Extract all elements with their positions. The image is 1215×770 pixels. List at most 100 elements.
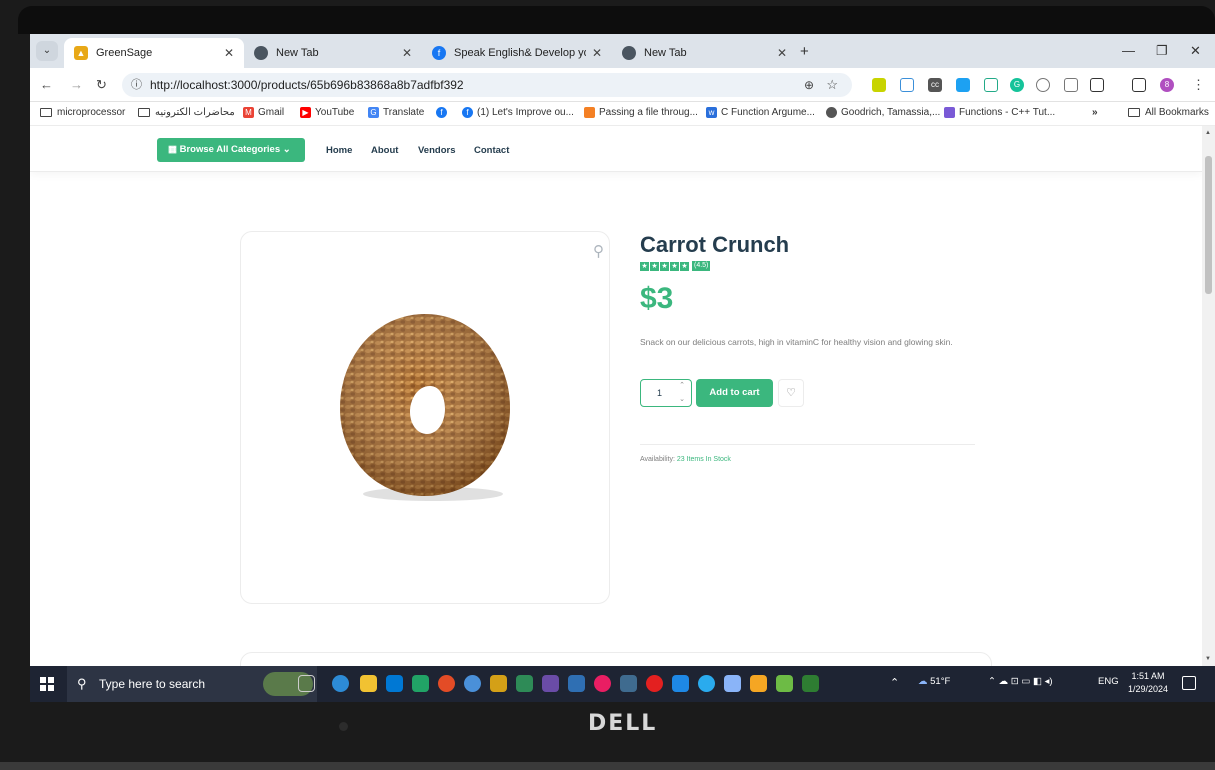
- extension-icon[interactable]: [984, 78, 998, 92]
- system-tray-icons[interactable]: ⌃ ☁ ⊡ ▭ ◧ ◂): [988, 676, 1053, 687]
- chrome-taskbar-icon[interactable]: [438, 675, 455, 692]
- tab-greensage[interactable]: ▲ GreenSage ✕: [64, 38, 244, 68]
- bookmark-microprocessor[interactable]: microprocessor: [40, 107, 125, 118]
- app-icon[interactable]: [802, 675, 819, 692]
- scroll-up-icon[interactable]: ▲: [1205, 130, 1211, 136]
- app-icon[interactable]: [568, 675, 585, 692]
- product-price: $3: [640, 282, 674, 315]
- dell-logo: DELL: [588, 711, 658, 736]
- menu-kebab-icon[interactable]: ⋮: [1192, 77, 1205, 93]
- app-icon[interactable]: [594, 675, 611, 692]
- bookmark-all-bookmarks[interactable]: All Bookmarks: [1128, 107, 1209, 118]
- file-explorer-icon[interactable]: [360, 675, 377, 692]
- extension-icon[interactable]: [1036, 78, 1050, 92]
- app-icon[interactable]: [516, 675, 533, 692]
- scroll-thumb[interactable]: [1205, 156, 1212, 294]
- app-icon[interactable]: [776, 675, 793, 692]
- star-icon: ★: [680, 261, 689, 271]
- app-icon[interactable]: [724, 675, 741, 692]
- stock-count: 23 Items In Stock: [676, 456, 731, 463]
- nav-about[interactable]: About: [371, 145, 398, 156]
- cc-extension-icon[interactable]: cc: [928, 78, 942, 92]
- grammarly-icon[interactable]: G: [1010, 78, 1024, 92]
- scroll-down-icon[interactable]: ▼: [1205, 656, 1211, 662]
- side-panel-icon[interactable]: [1132, 78, 1146, 92]
- quantity-value: 1: [657, 388, 663, 398]
- bookmark-youtube[interactable]: ▶ YouTube: [300, 107, 354, 118]
- app-icon[interactable]: [490, 675, 507, 692]
- app-icon[interactable]: [750, 675, 767, 692]
- nav-home[interactable]: Home: [326, 145, 352, 156]
- decrement-icon[interactable]: ⌄: [679, 395, 685, 405]
- add-to-cart-button[interactable]: Add to cart: [696, 379, 773, 407]
- bookmark-arabic-folder[interactable]: محاضرات الكترونيه: [138, 107, 235, 118]
- maximize-icon[interactable]: ❐: [1156, 43, 1168, 59]
- tab-new-tab[interactable]: New Tab ✕: [244, 38, 422, 68]
- back-icon[interactable]: ←: [40, 77, 53, 92]
- close-tab-icon[interactable]: ✕: [592, 46, 602, 60]
- folder-icon: [138, 108, 150, 117]
- show-hidden-icons-chevron-icon[interactable]: ⌃: [890, 676, 899, 689]
- zoom-icon[interactable]: ⊕: [804, 73, 814, 97]
- language-indicator[interactable]: ENG: [1098, 676, 1119, 687]
- mail-icon[interactable]: [386, 675, 403, 692]
- quantity-stepper[interactable]: 1 ⌃ ⌄: [640, 379, 692, 407]
- bookmark-translate[interactable]: G Translate: [368, 107, 424, 118]
- edge-icon[interactable]: [332, 675, 349, 692]
- reload-icon[interactable]: ↻: [96, 77, 107, 93]
- bookmark-improve[interactable]: f (1) Let's Improve ou...: [462, 107, 574, 118]
- opera-icon[interactable]: [646, 675, 663, 692]
- taskbar-search-box[interactable]: ⚲ Type here to search: [67, 666, 317, 702]
- close-window-icon[interactable]: ✕: [1190, 43, 1201, 59]
- forward-icon[interactable]: →: [70, 77, 83, 92]
- task-view-icon[interactable]: [298, 675, 315, 692]
- bookmark-passing-file[interactable]: Passing a file throug...: [584, 107, 698, 118]
- profile-avatar[interactable]: 8: [1160, 78, 1174, 92]
- extension-icon[interactable]: [872, 78, 886, 92]
- product-image-card: ⚲: [240, 231, 610, 604]
- bookmark-gmail[interactable]: M Gmail: [243, 107, 284, 118]
- extension-icon[interactable]: [1064, 78, 1078, 92]
- nav-contact[interactable]: Contact: [474, 145, 509, 156]
- close-tab-icon[interactable]: ✕: [224, 46, 234, 60]
- wishlist-heart-icon[interactable]: ♡: [778, 379, 804, 407]
- new-tab-button[interactable]: +: [800, 43, 809, 60]
- extension-icon[interactable]: [900, 78, 914, 92]
- app-icon[interactable]: [620, 675, 637, 692]
- more-bookmarks-chevron-icon[interactable]: »: [1092, 107, 1098, 118]
- weather-icon: ☁: [918, 676, 928, 687]
- vscode-icon[interactable]: [672, 675, 689, 692]
- bezel-top: [18, 6, 1215, 34]
- zoom-search-icon[interactable]: ⚲: [593, 242, 604, 260]
- page-scrollbar[interactable]: ▲ ▼: [1202, 126, 1215, 666]
- taskbar-clock[interactable]: 1:51 AM 1/29/2024: [1128, 670, 1168, 696]
- nav-vendors[interactable]: Vendors: [418, 145, 456, 156]
- app-icon[interactable]: [542, 675, 559, 692]
- close-tab-icon[interactable]: ✕: [777, 46, 787, 60]
- chrome-icon: [622, 46, 636, 60]
- bookmark-goodrich[interactable]: Goodrich, Tamassia,...: [826, 107, 940, 118]
- close-tab-icon[interactable]: ✕: [402, 46, 412, 60]
- bookmark-functions-cpp[interactable]: Functions - C++ Tut...: [944, 107, 1055, 118]
- notification-icon[interactable]: [1182, 676, 1196, 690]
- app-icon[interactable]: [464, 675, 481, 692]
- extension-icon[interactable]: [956, 78, 970, 92]
- windows-start-icon[interactable]: [40, 677, 54, 691]
- browse-categories-button[interactable]: ▦ Browse All Categories ⌄: [157, 138, 305, 162]
- extensions-puzzle-icon[interactable]: [1090, 78, 1104, 92]
- minimize-icon[interactable]: —: [1122, 43, 1135, 58]
- tab-new-tab-2[interactable]: New Tab ✕: [612, 38, 797, 68]
- increment-icon[interactable]: ⌃: [679, 381, 685, 391]
- address-bar[interactable]: ⓘ http://localhost:3000/products/65b696b…: [122, 73, 852, 97]
- greensage-favicon-icon: ▲: [74, 46, 88, 60]
- weather-widget[interactable]: ☁ 51°F: [918, 676, 950, 687]
- bookmark-star-icon[interactable]: ☆: [826, 73, 838, 97]
- site-info-icon[interactable]: ⓘ: [131, 73, 142, 97]
- bookmarks-bar: microprocessor محاضرات الكترونيه M Gmail …: [30, 102, 1215, 126]
- pycharm-icon[interactable]: [412, 675, 429, 692]
- telegram-icon[interactable]: [698, 675, 715, 692]
- bookmark-c-function[interactable]: wC Function Argume...: [706, 107, 815, 118]
- bookmark-facebook[interactable]: f: [436, 107, 451, 118]
- tab-speak-english[interactable]: f Speak English& Develop your p ✕: [422, 38, 612, 68]
- tab-search-button[interactable]: ⌄: [36, 41, 58, 61]
